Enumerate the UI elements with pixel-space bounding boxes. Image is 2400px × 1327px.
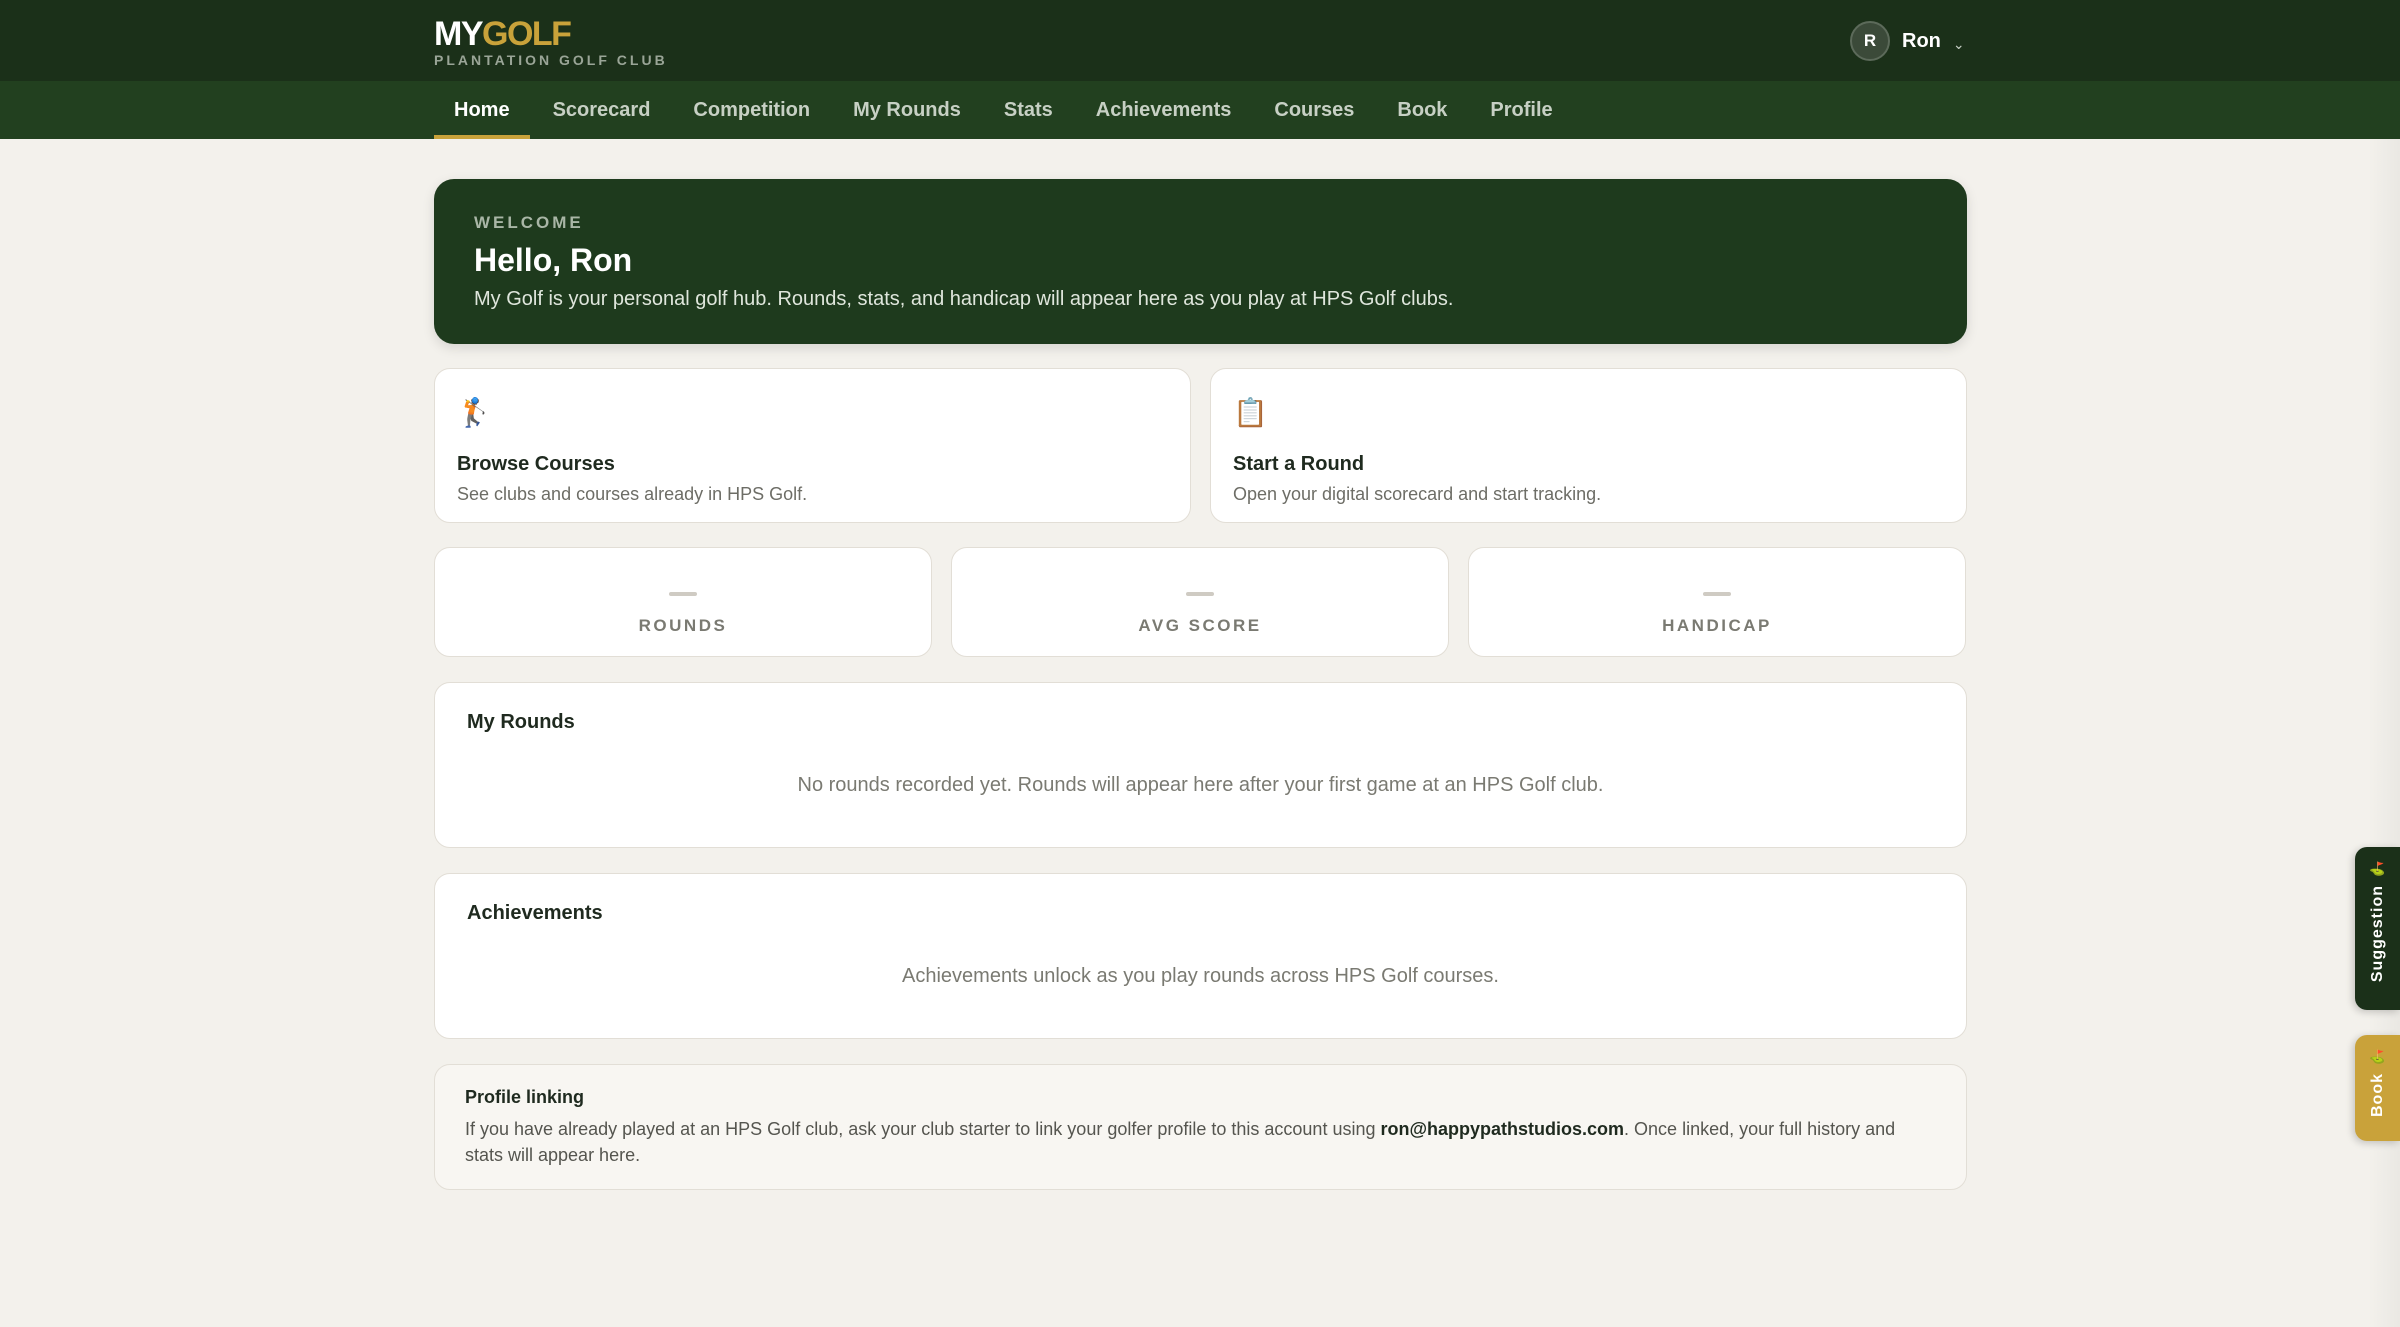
stat-value-placeholder: [669, 592, 697, 596]
my-rounds-section: My Rounds No rounds recorded yet. Rounds…: [434, 682, 1967, 848]
empty-state-text: No rounds recorded yet. Rounds will appe…: [797, 774, 1604, 796]
achievements-section: Achievements Achievements unlock as you …: [434, 873, 1967, 1039]
welcome-kicker: WELCOME: [474, 213, 584, 232]
action-text: Open your digital scorecard and start tr…: [1233, 484, 1602, 504]
stat-label: HANDICAP: [1662, 616, 1772, 635]
nav-home[interactable]: Home: [434, 81, 530, 139]
stat-label: ROUNDS: [638, 616, 728, 635]
suggestion-tab[interactable]: ⛳ Suggestion: [2355, 847, 2400, 1010]
welcome-text: My Golf is your personal golf hub. Round…: [474, 288, 1454, 310]
book-tab[interactable]: ⛳ Book: [2355, 1035, 2400, 1141]
brand-logo[interactable]: MYGOLF PLANTATION GOLF CLUB: [434, 16, 668, 68]
welcome-title: Hello, Ron: [474, 242, 633, 278]
action-title: Start a Round: [1233, 453, 1365, 475]
nav-my-rounds[interactable]: My Rounds: [833, 81, 981, 139]
nav-stats[interactable]: Stats: [984, 81, 1073, 139]
stat-handicap: HANDICAP: [1468, 547, 1966, 657]
welcome-banner: WELCOME Hello, Ron My Golf is your perso…: [434, 179, 1967, 344]
action-text: See clubs and courses already in HPS Gol…: [457, 484, 808, 504]
user-name: Ron: [1902, 29, 1941, 52]
stat-avg-score: AVG SCORE: [951, 547, 1449, 657]
clipboard-icon: 📋: [1233, 397, 1268, 428]
account-email: ron@happypathstudios.com: [1380, 1119, 1625, 1139]
stat-value-placeholder: [1703, 592, 1731, 596]
top-header: MYGOLF PLANTATION GOLF CLUB R Ron ⌄: [0, 0, 2400, 81]
main-nav: Home Scorecard Competition My Rounds Sta…: [0, 81, 2400, 139]
stat-label: AVG SCORE: [1138, 616, 1262, 635]
profile-linking-notice: Profile linking If you have already play…: [434, 1064, 1967, 1190]
user-menu[interactable]: R Ron ⌄: [1850, 21, 1965, 61]
club-name: PLANTATION GOLF CLUB: [434, 52, 668, 68]
logo-my: MY: [434, 15, 484, 53]
nav-courses[interactable]: Courses: [1254, 81, 1374, 139]
nav-scorecard[interactable]: Scorecard: [533, 81, 671, 139]
profile-linking-text: If you have already played at an HPS Gol…: [465, 1116, 1936, 1168]
section-title: My Rounds: [467, 711, 575, 733]
profile-linking-title: Profile linking: [465, 1087, 585, 1107]
golf-flag-icon: ⛳: [2369, 861, 2386, 876]
suggestion-tab-label: Suggestion: [2368, 885, 2386, 983]
stat-rounds: ROUNDS: [434, 547, 932, 657]
nav-achievements[interactable]: Achievements: [1076, 81, 1252, 139]
book-tab-label: Book: [2368, 1073, 2386, 1117]
section-title: Achievements: [467, 902, 603, 924]
avatar: R: [1850, 21, 1890, 61]
nav-profile[interactable]: Profile: [1470, 81, 1572, 139]
nav-book[interactable]: Book: [1377, 81, 1467, 139]
profile-linking-text-before: If you have already played at an HPS Gol…: [465, 1119, 1381, 1139]
start-round-card[interactable]: 📋 Start a Round Open your digital scorec…: [1210, 368, 1967, 523]
golfer-icon: 🏌: [457, 397, 492, 428]
page-edge-shadow: [2368, 139, 2400, 1327]
browse-courses-card[interactable]: 🏌 Browse Courses See clubs and courses a…: [434, 368, 1191, 523]
golf-flag-icon: ⛳: [2369, 1049, 2386, 1064]
logo-golf: GOLF: [482, 15, 572, 53]
chevron-down-icon: ⌄: [1952, 35, 1965, 52]
stat-value-placeholder: [1186, 592, 1214, 596]
nav-competition[interactable]: Competition: [673, 81, 830, 139]
action-title: Browse Courses: [457, 453, 615, 475]
empty-state-text: Achievements unlock as you play rounds a…: [902, 965, 1499, 987]
